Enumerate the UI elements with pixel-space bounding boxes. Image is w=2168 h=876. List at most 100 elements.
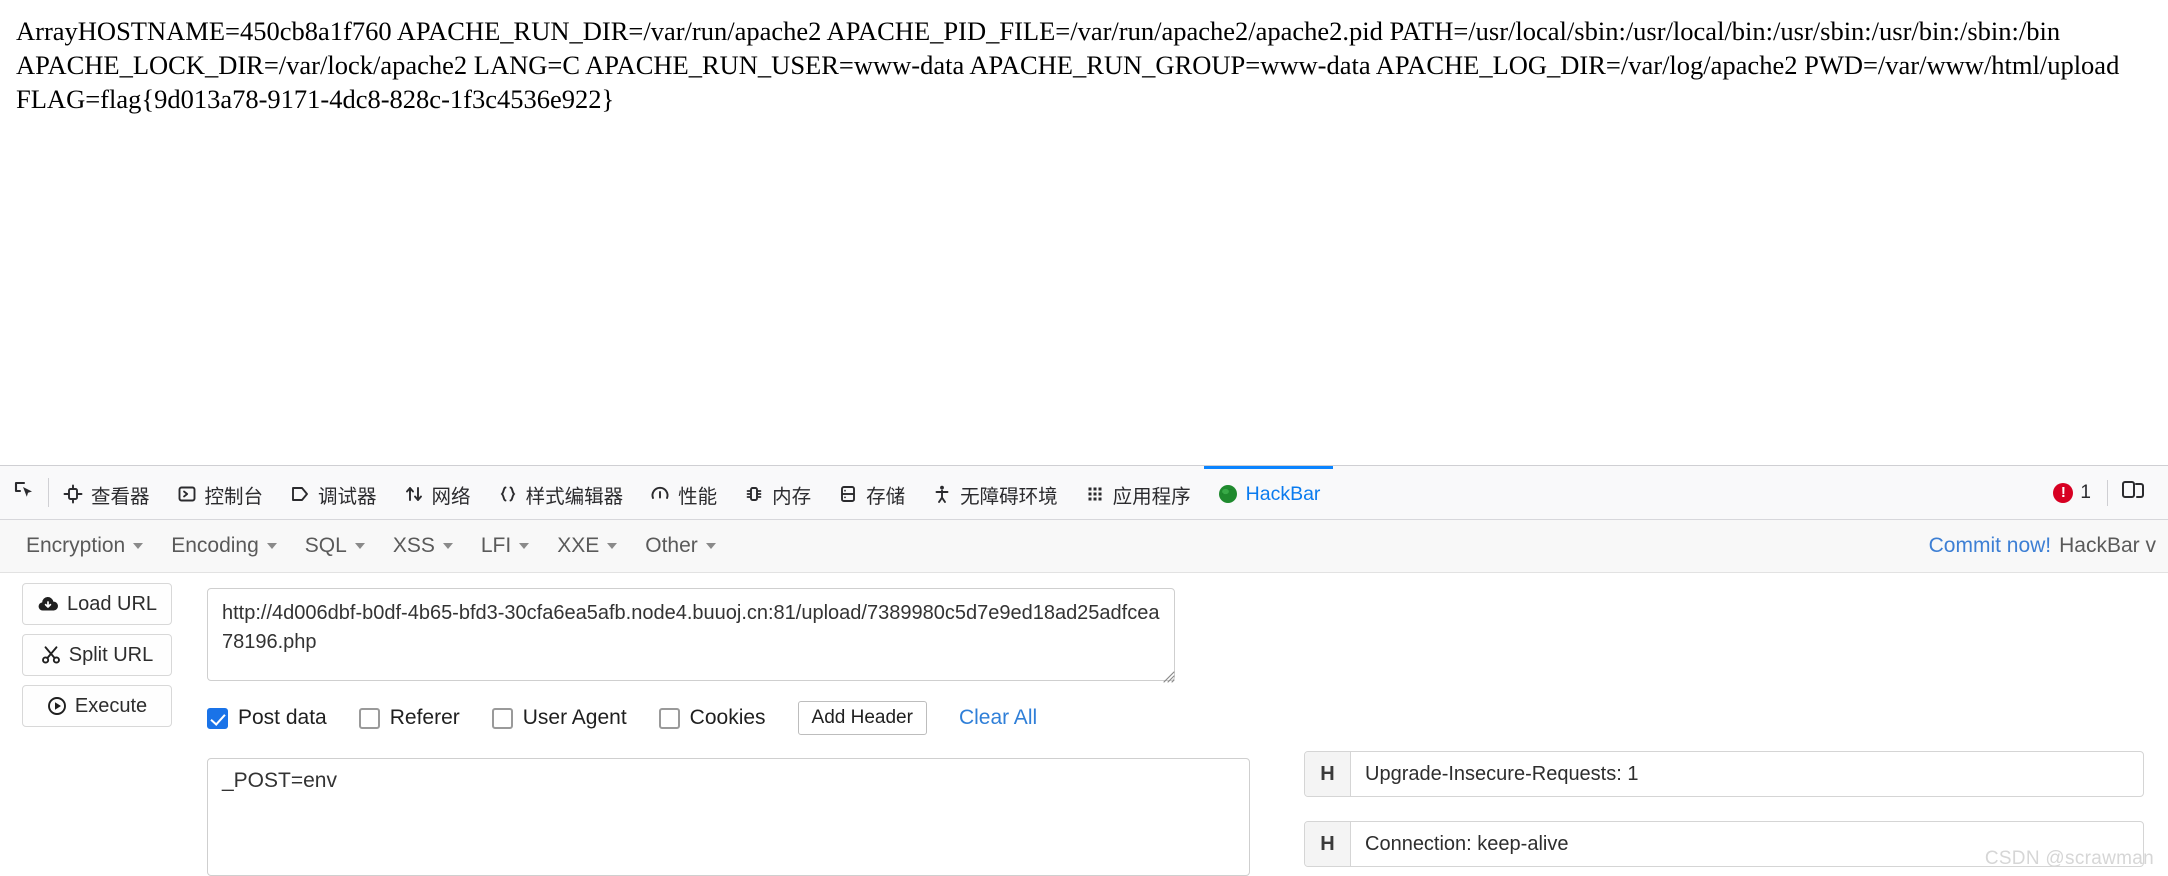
devtools-tab-network[interactable]: 网络 bbox=[390, 466, 484, 519]
referer-option[interactable]: Referer bbox=[358, 706, 460, 730]
devtools-toolbar: 查看器 控制台 调试器 网络 样式编辑器 性能 内存 存储 无障碍环境 应用程序… bbox=[0, 465, 2168, 520]
hackbar-menu-xss[interactable]: XSS bbox=[379, 528, 467, 564]
user-agent-checkbox[interactable] bbox=[491, 707, 513, 729]
cookies-label: Cookies bbox=[689, 706, 766, 729]
hackbar-menu-label: Encoding bbox=[171, 534, 259, 557]
hackbar-menu-label: Encryption bbox=[26, 534, 126, 557]
storage-icon bbox=[837, 483, 859, 505]
chevron-down-icon bbox=[266, 543, 277, 549]
error-count-badge[interactable]: ! 1 bbox=[2037, 482, 2107, 504]
devtools-tab-inspector[interactable]: 查看器 bbox=[49, 466, 163, 519]
hackbar-panel: Load URL Split URL Execute http://4d006d… bbox=[0, 573, 2168, 876]
console-icon bbox=[176, 483, 198, 505]
error-icon: ! bbox=[2053, 482, 2074, 503]
performance-icon bbox=[649, 483, 671, 505]
split-url-label: Split URL bbox=[68, 643, 154, 666]
element-picker-button[interactable] bbox=[0, 466, 48, 519]
debugger-icon bbox=[289, 483, 311, 505]
hackbar-menu-label: XXE bbox=[557, 534, 600, 557]
post-data-checkbox[interactable] bbox=[207, 707, 228, 729]
cookies-checkbox[interactable] bbox=[658, 707, 680, 729]
responsive-design-mode-icon bbox=[2120, 477, 2146, 508]
post-data-label: Post data bbox=[238, 706, 327, 729]
hackbar-menu-encryption[interactable]: Encryption bbox=[12, 528, 157, 564]
header-type-badge: H bbox=[1305, 822, 1351, 866]
devtools-tab-performance[interactable]: 性能 bbox=[636, 466, 730, 519]
memory-icon bbox=[743, 483, 765, 505]
chevron-down-icon bbox=[133, 543, 144, 549]
user-agent-option[interactable]: User Agent bbox=[491, 706, 627, 730]
accessibility-icon bbox=[931, 483, 953, 505]
devtools-tab-label: 样式编辑器 bbox=[525, 485, 624, 508]
devtools-tab-hackbar[interactable]: HackBar bbox=[1203, 466, 1334, 519]
chevron-down-icon bbox=[705, 543, 716, 549]
devtools-tab-accessibility[interactable]: 无障碍环境 bbox=[918, 466, 1071, 519]
devtools-tab-label: 查看器 bbox=[91, 485, 150, 508]
network-icon bbox=[403, 483, 425, 505]
devtools-tab-label: 存储 bbox=[866, 485, 906, 508]
devtools-tab-label: HackBar bbox=[1245, 482, 1321, 505]
cookies-option[interactable]: Cookies bbox=[658, 706, 766, 730]
devtools-tab-label: 应用程序 bbox=[1112, 485, 1191, 508]
hackbar-menu-label: Other bbox=[645, 534, 698, 557]
user-agent-label: User Agent bbox=[522, 706, 627, 729]
devtools-tab-memory[interactable]: 内存 bbox=[730, 466, 824, 519]
scissors-icon bbox=[41, 645, 61, 665]
hackbar-menu-label: LFI bbox=[480, 534, 512, 557]
execute-button[interactable]: Execute bbox=[22, 685, 172, 727]
devtools-tab-label: 无障碍环境 bbox=[960, 485, 1058, 508]
hackbar-menu-encoding[interactable]: Encoding bbox=[157, 528, 291, 564]
devtools-tab-debugger[interactable]: 调试器 bbox=[276, 466, 390, 519]
hackbar-menu-lfi[interactable]: LFI bbox=[467, 528, 543, 564]
devtools-tab-label: 控制台 bbox=[204, 485, 264, 508]
devtools-toolbar-right: ! 1 bbox=[2037, 466, 2168, 519]
devtools-tab-label: 内存 bbox=[772, 485, 812, 508]
clear-all-link[interactable]: Clear All bbox=[959, 706, 1037, 730]
load-url-label: Load URL bbox=[66, 592, 158, 615]
browser-page-viewport: ArrayHOSTNAME=450cb8a1f760 APACHE_RUN_DI… bbox=[0, 0, 2168, 465]
commit-now-link[interactable]: Commit now! bbox=[1929, 534, 2060, 558]
chevron-down-icon bbox=[607, 543, 618, 549]
hackbar-menu-sql[interactable]: SQL bbox=[291, 528, 379, 564]
hackbar-menubar: Encryption Encoding SQL XSS LFI XXE Othe… bbox=[0, 520, 2168, 573]
env-dump-text: ArrayHOSTNAME=450cb8a1f760 APACHE_RUN_DI… bbox=[16, 16, 2126, 115]
style-editor-icon bbox=[497, 483, 519, 505]
inspector-icon bbox=[62, 483, 84, 505]
hackbar-version-label: HackBar v bbox=[2059, 534, 2156, 557]
element-picker-icon bbox=[13, 479, 35, 506]
cloud-download-icon bbox=[37, 595, 59, 613]
header-value-input[interactable]: Upgrade-Insecure-Requests: 1 bbox=[1351, 752, 2143, 796]
play-circle-icon bbox=[47, 696, 67, 716]
hackbar-menu-label: SQL bbox=[304, 534, 347, 557]
devtools-tab-style-editor[interactable]: 样式编辑器 bbox=[484, 466, 637, 519]
application-icon bbox=[1084, 483, 1106, 505]
hackbar-menu-other[interactable]: Other bbox=[631, 528, 730, 564]
devtools-tab-application[interactable]: 应用程序 bbox=[1071, 466, 1204, 519]
chevron-down-icon bbox=[519, 543, 530, 549]
devtools-tab-label: 性能 bbox=[678, 485, 718, 508]
devtools-tab-label: 调试器 bbox=[318, 485, 377, 508]
watermark: CSDN @scrawman bbox=[1984, 848, 2154, 869]
devtools-tab-label: 网络 bbox=[431, 485, 471, 508]
chevron-down-icon bbox=[354, 543, 365, 549]
post-data-option[interactable]: Post data bbox=[207, 706, 327, 730]
url-input[interactable]: http://4d006dbf-b0df-4b65-bfd3-30cfa6ea5… bbox=[207, 588, 1175, 681]
responsive-design-mode-button[interactable] bbox=[2108, 465, 2158, 520]
devtools-tab-storage[interactable]: 存储 bbox=[824, 466, 918, 519]
post-data-input[interactable]: _POST=env bbox=[207, 758, 1250, 876]
load-url-button[interactable]: Load URL bbox=[22, 583, 172, 625]
devtools-tab-list: 查看器 控制台 调试器 网络 样式编辑器 性能 内存 存储 无障碍环境 应用程序… bbox=[49, 466, 2037, 519]
hackbar-options-row: Post data Referer User Agent Cookies Add… bbox=[207, 701, 1037, 735]
hackbar-icon bbox=[1217, 483, 1239, 505]
error-count-label: 1 bbox=[2080, 481, 2091, 503]
devtools-tab-console[interactable]: 控制台 bbox=[163, 466, 277, 519]
header-row: H Upgrade-Insecure-Requests: 1 bbox=[1304, 751, 2144, 797]
referer-checkbox[interactable] bbox=[358, 707, 380, 729]
header-type-badge: H bbox=[1305, 752, 1351, 796]
split-url-button[interactable]: Split URL bbox=[22, 634, 172, 676]
hackbar-menu-label: XSS bbox=[392, 534, 435, 557]
hackbar-menu-xxe[interactable]: XXE bbox=[543, 528, 631, 564]
hackbar-action-buttons: Load URL Split URL Execute bbox=[22, 583, 172, 727]
add-header-button[interactable]: Add Header bbox=[797, 701, 927, 735]
chevron-down-icon bbox=[442, 543, 453, 549]
